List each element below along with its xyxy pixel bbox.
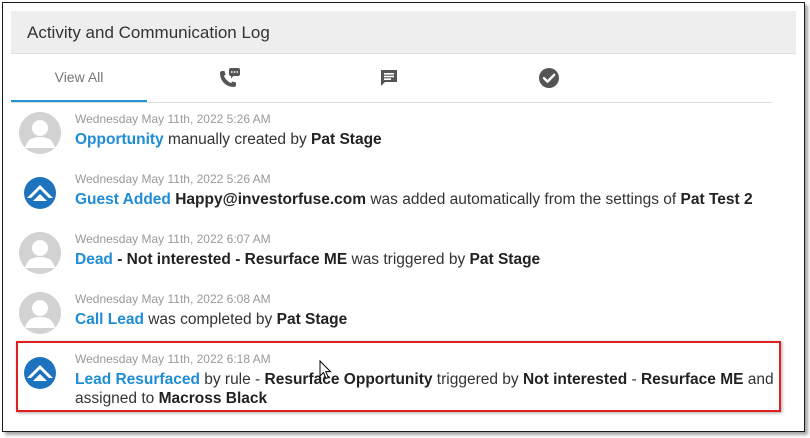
tab-messages[interactable]: [321, 54, 457, 101]
entry-user: Pat Stage: [311, 131, 382, 148]
activity-entry: Wednesday May 11th, 2022 6:07 AM Dead - …: [11, 226, 801, 286]
activity-log-panel: Activity and Communication Log View All: [2, 2, 805, 432]
opportunity-link[interactable]: Opportunity: [75, 131, 164, 148]
entry-text: was triggered by: [347, 251, 470, 268]
activity-entry: Wednesday May 11th, 2022 5:26 AM Guest A…: [11, 166, 801, 226]
entry-text: was completed by: [143, 311, 277, 328]
entry-text: manually created by: [163, 131, 312, 148]
entry-message: Dead - Not interested - Resurface ME was…: [75, 250, 540, 269]
tab-view-all[interactable]: View All: [11, 54, 147, 102]
call-lead-link[interactable]: Call Lead: [75, 311, 144, 328]
investorfuse-logo-avatar: [23, 176, 57, 210]
lead-resurfaced-link[interactable]: Lead Resurfaced: [75, 371, 200, 388]
entry-status: Not interested: [522, 371, 628, 388]
entry-user: Pat Stage: [276, 311, 348, 328]
activity-entry: Wednesday May 11th, 2022 5:26 AM Opportu…: [11, 106, 801, 166]
entry-rule-name: Resurface Opportunity: [264, 371, 433, 388]
guest-added-link[interactable]: Guest Added: [75, 191, 171, 208]
entry-email: Happy@investorfuse.com: [175, 191, 367, 208]
entry-text: -: [627, 371, 641, 388]
panel-header: Activity and Communication Log: [11, 11, 796, 54]
mouse-cursor-icon: [319, 359, 333, 385]
entry-text: was added automatically from the setting…: [366, 191, 681, 208]
entry-user: Pat Test 2: [680, 191, 753, 208]
entry-user: Macross Black: [158, 390, 268, 407]
activity-entry: Wednesday May 11th, 2022 6:18 AM Lead Re…: [11, 346, 801, 416]
default-user-avatar: [19, 292, 61, 334]
tab-view-all-label: View All: [54, 69, 104, 85]
default-user-avatar: [19, 232, 61, 274]
entry-timestamp: Wednesday May 11th, 2022 6:18 AM: [75, 352, 271, 366]
entry-message: Call Lead was completed by Pat Stage: [75, 310, 347, 329]
entry-timestamp: Wednesday May 11th, 2022 5:26 AM: [75, 172, 271, 186]
tab-bar: View All: [11, 54, 772, 103]
entry-message: Opportunity manually created by Pat Stag…: [75, 130, 382, 149]
entry-timestamp: Wednesday May 11th, 2022 6:08 AM: [75, 292, 271, 306]
check-circle-icon: [538, 67, 560, 89]
entry-timestamp: Wednesday May 11th, 2022 6:07 AM: [75, 232, 271, 246]
activity-entry: Wednesday May 11th, 2022 6:08 AM Call Le…: [11, 286, 801, 346]
tab-tasks[interactable]: [481, 54, 617, 101]
default-user-avatar: [19, 112, 61, 154]
entry-user: Pat Stage: [469, 251, 541, 268]
entry-status-detail: - Not interested - Resurface ME: [112, 251, 348, 268]
tab-calls[interactable]: [161, 54, 297, 101]
investorfuse-logo-avatar: [23, 356, 57, 390]
phone-chat-icon: [217, 67, 241, 89]
entry-text: by rule -: [199, 371, 265, 388]
panel-title: Activity and Communication Log: [27, 23, 270, 42]
message-icon: [378, 67, 400, 89]
entry-text: triggered by: [432, 371, 523, 388]
entry-message: Guest Added Happy@investorfuse.com was a…: [75, 190, 753, 209]
entry-message: Lead Resurfaced by rule - Resurface Oppo…: [75, 370, 775, 408]
dead-status-link[interactable]: Dead: [75, 251, 113, 268]
entry-timestamp: Wednesday May 11th, 2022 5:26 AM: [75, 112, 271, 126]
entry-status-detail: Resurface ME: [640, 371, 744, 388]
